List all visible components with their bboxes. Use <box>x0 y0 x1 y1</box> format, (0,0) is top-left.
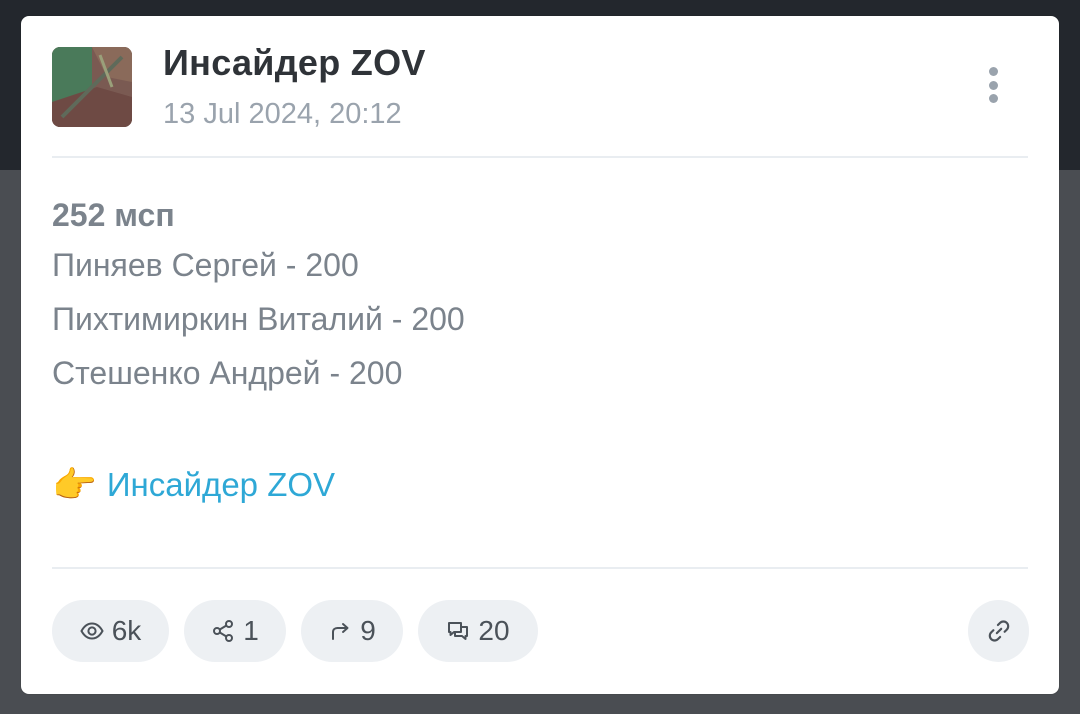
more-options-button[interactable] <box>973 62 1013 108</box>
link-icon <box>988 620 1009 642</box>
post-title: 252 мсп <box>52 197 175 233</box>
views-count: 6k <box>111 615 142 646</box>
post-body: 252 мсп Пиняев Сергей - 200 Пихтимиркин … <box>52 192 1012 400</box>
channel-avatar[interactable] <box>52 47 132 127</box>
channel-avatar-image <box>52 47 132 127</box>
comments-counter[interactable]: 20 <box>418 600 538 662</box>
forwards-counter[interactable]: 9 <box>301 600 403 662</box>
more-vertical-icon-dot <box>988 80 998 90</box>
post-date: 13 Jul 2024, 20:12 <box>163 98 402 130</box>
copy-link-button[interactable] <box>968 600 1029 662</box>
forwards-count: 9 <box>360 615 376 646</box>
post-card: Инсайдер ZOV 13 Jul 2024, 20:12 252 мсп … <box>21 16 1059 694</box>
pointing-hand-icon: 👉 <box>52 464 97 505</box>
post-line: Пихтимиркин Виталий - 200 <box>52 301 465 337</box>
header-divider <box>52 156 1028 158</box>
channel-link[interactable]: Инсайдер ZOV <box>107 462 335 508</box>
more-vertical-icon-dot <box>988 94 998 103</box>
post-link-row: 👉 Инсайдер ZOV <box>52 462 335 508</box>
share-icon <box>213 620 234 642</box>
forward-arrow-icon <box>332 623 349 640</box>
more-vertical-icon <box>988 67 998 76</box>
post-line: Пиняев Сергей - 200 <box>52 247 359 283</box>
post-line: Стешенко Андрей - 200 <box>52 355 403 391</box>
channel-name[interactable]: Инсайдер ZOV <box>163 42 426 84</box>
eye-icon <box>80 622 104 640</box>
shares-count: 1 <box>243 615 259 646</box>
views-counter[interactable]: 6k <box>52 600 169 662</box>
comments-count: 20 <box>478 615 510 646</box>
shares-counter[interactable]: 1 <box>184 600 286 662</box>
footer-divider <box>52 567 1028 569</box>
comments-icon <box>448 622 469 640</box>
